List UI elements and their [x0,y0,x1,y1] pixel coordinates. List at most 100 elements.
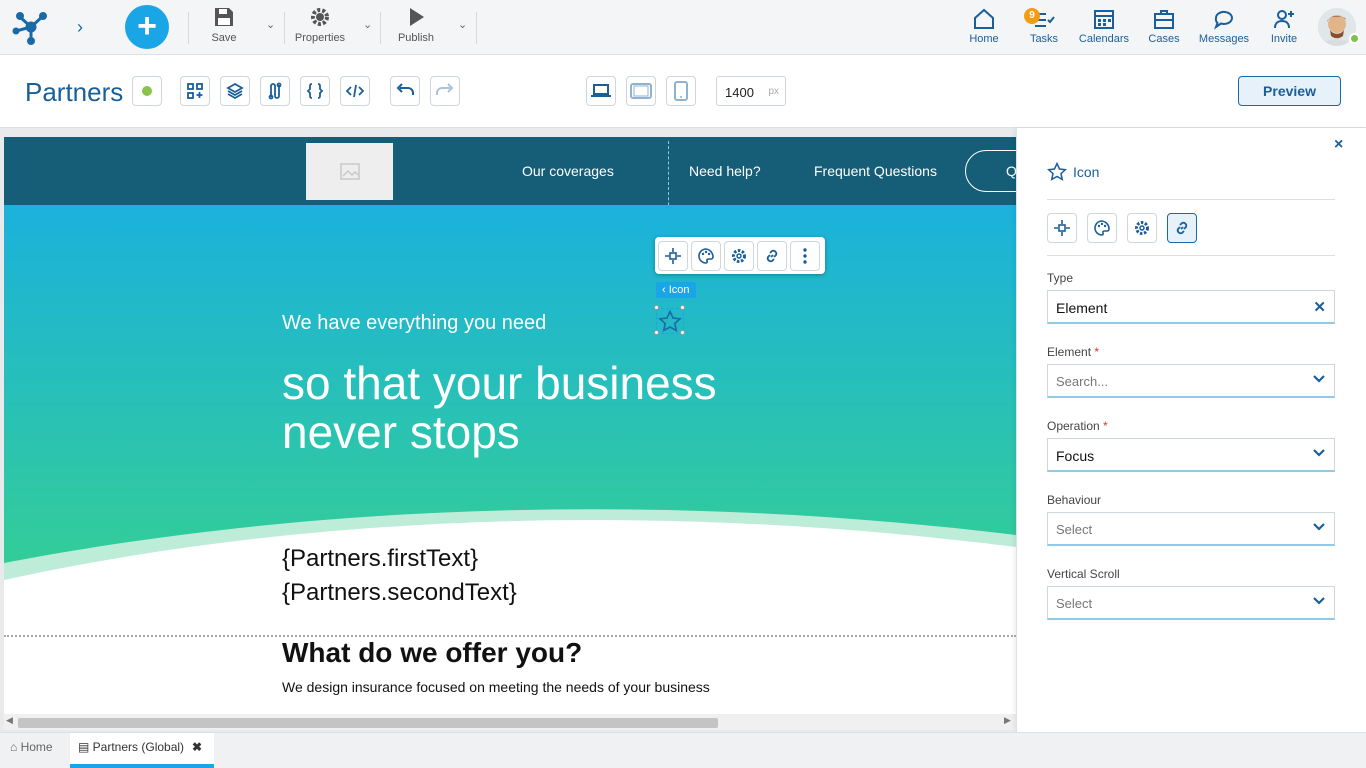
selected-element-tag[interactable]: ‹ Icon [656,282,696,298]
undo-icon [396,83,414,95]
site-header[interactable]: Our coverages Need help? Frequent Questi… [4,137,1016,231]
tab-home[interactable]: ⌂ Home [10,740,53,754]
canvas-width-unit: px [768,86,779,97]
operation-select[interactable]: Focus [1047,438,1335,472]
hero-subtitle: We have everything you need [282,312,547,334]
page-title: Partners [25,77,124,107]
braces-icon [306,83,324,99]
properties-button[interactable]: Properties [292,6,348,44]
tab-layout[interactable] [1047,213,1077,243]
layers-button[interactable] [220,76,250,106]
nav-cases[interactable]: Cases [1134,8,1194,45]
element-search-select[interactable]: Search... [1047,364,1335,398]
save-label: Save [211,32,237,44]
nav-link-help[interactable]: Need help? [689,163,761,179]
gear-icon [1135,221,1149,235]
offer-heading: What do we offer you? [282,637,583,668]
required-marker: * [1094,345,1100,359]
flow-button[interactable] [260,76,290,106]
tab-home-label: Home [20,740,53,754]
tab-style[interactable] [1087,213,1117,243]
settings-tool-button[interactable] [724,240,754,271]
move-tool-button[interactable] [658,240,688,271]
save-icon [215,8,233,26]
scroll-left-icon[interactable]: ◀ [6,715,13,726]
mobile-view-button[interactable] [666,76,696,106]
code-button[interactable] [340,76,370,106]
tablet-view-button[interactable] [626,76,656,106]
nav-tasks[interactable]: Tasks [1014,8,1074,45]
publish-button[interactable]: Publish [396,6,436,44]
link-tool-button[interactable] [757,240,787,271]
nav-link-faq[interactable]: Frequent Questions [814,163,937,179]
behaviour-value: Select [1056,522,1093,537]
operation-label: Operation * [1047,419,1108,433]
save-button[interactable]: Save [208,6,240,44]
nav-home[interactable]: Home [954,8,1014,45]
tab-link[interactable] [1167,213,1197,243]
nav-messages[interactable]: Messages [1194,8,1254,45]
resize-handle[interactable] [654,305,659,310]
canvas-width-input[interactable]: 1400 px [716,76,786,106]
resize-handle[interactable] [654,330,659,335]
layers-icon [226,82,244,100]
clear-icon[interactable]: ✕ [1313,298,1326,316]
nav-calendars[interactable]: Calendars [1074,8,1134,45]
add-user-icon [1274,10,1294,29]
more-options-button[interactable] [790,240,820,271]
flow-icon [268,82,282,100]
save-dropdown-icon[interactable]: ⌄ [266,18,275,31]
close-tab-icon[interactable]: ✖ [192,740,202,754]
redo-button[interactable] [430,76,460,106]
nav-home-label: Home [969,33,999,45]
hero-title-line-2: never stops [282,406,520,458]
hero-title-line-1: so that your business [282,357,717,409]
nav-cases-label: Cases [1148,33,1180,45]
type-value: Element [1056,300,1108,316]
horizontal-scrollbar[interactable]: ◀ ▶ [4,714,1016,730]
second-text-field: {Partners.secondText} [282,579,517,606]
gear-icon [311,8,329,26]
type-field[interactable]: Element ✕ [1047,290,1335,324]
publish-dropdown-icon[interactable]: ⌄ [458,18,467,31]
nav-invite[interactable]: Invite [1254,8,1314,45]
behaviour-label: Behaviour [1047,493,1102,507]
app-logo-icon[interactable] [12,9,50,45]
close-panel-icon[interactable]: × [1334,136,1343,154]
desktop-view-button[interactable] [586,76,616,106]
vertical-scroll-select[interactable]: Select [1047,586,1335,620]
top-bar: › + Save ⌄ Properties ⌄ Publish ⌄ Home T… [0,0,1366,55]
link-icon [1176,221,1188,235]
canvas-width-value: 1400 [725,85,754,100]
components-button[interactable] [180,76,210,106]
status-button[interactable] [132,76,162,106]
nav-link-coverages[interactable]: Our coverages [522,163,614,179]
add-button[interactable]: + [125,5,169,49]
properties-dropdown-icon[interactable]: ⌄ [363,18,372,31]
tab-partners[interactable]: ▤ Partners (Global) ✖ [78,740,202,754]
online-status-dot [1349,33,1360,44]
chevron-down-icon [1313,523,1325,531]
design-canvas[interactable]: Our coverages Need help? Frequent Questi… [0,128,1016,732]
logo-placeholder[interactable] [306,143,393,200]
document-icon: ▤ [78,740,93,754]
resize-handle[interactable] [680,330,685,335]
home-icon [974,8,994,29]
move-icon [665,247,681,264]
expand-chevron-icon[interactable]: › [77,17,83,38]
style-tool-button[interactable] [691,240,721,271]
nav-invite-label: Invite [1270,33,1298,45]
preview-button[interactable]: Preview [1238,76,1341,106]
scrollbar-thumb[interactable] [18,718,718,728]
resize-handle[interactable] [680,305,685,310]
element-placeholder: Search... [1056,374,1109,389]
star-icon [658,310,682,332]
tag-chevron-icon: ‹ [662,284,669,296]
header-cta-button[interactable]: Q [965,150,1016,192]
braces-button[interactable] [300,76,330,106]
status-dot-icon [142,86,152,96]
behaviour-select[interactable]: Select [1047,512,1335,546]
tab-settings[interactable] [1127,213,1157,243]
scroll-right-icon[interactable]: ▶ [1004,715,1011,726]
undo-button[interactable] [390,76,420,106]
